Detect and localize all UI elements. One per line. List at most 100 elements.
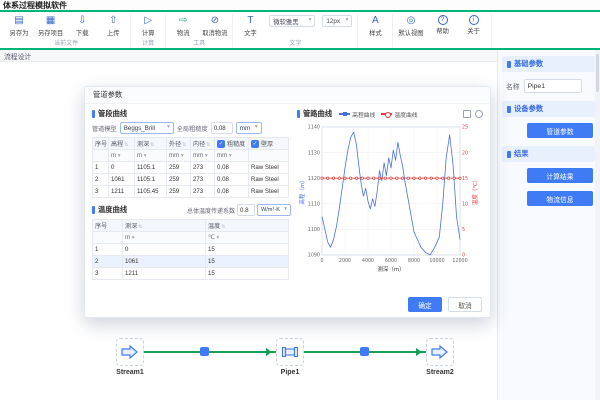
- connector-arrow-icon: [266, 348, 272, 356]
- text-tool-button[interactable]: T 文字: [238, 14, 262, 37]
- svg-text:测深（m）: 测深（m）: [377, 265, 404, 273]
- section-basic-params[interactable]: 基础参数: [502, 56, 595, 72]
- heat-transfer-coef-input[interactable]: [237, 204, 255, 216]
- table-row[interactable]: 1 0 15: [93, 244, 289, 256]
- pipe-model-select[interactable]: Beggs_Brill ▾: [120, 122, 174, 134]
- pipeline-curve-title: 管路曲线: [297, 109, 332, 119]
- global-roughness-input[interactable]: [211, 122, 233, 134]
- svg-text:0: 0: [320, 258, 323, 264]
- legend-temperature[interactable]: 温度曲线: [381, 110, 417, 119]
- table-row[interactable]: 3 1211 15: [93, 268, 289, 280]
- save-project-button[interactable]: ▦ 另存项目: [38, 14, 63, 37]
- table-row[interactable]: 31211 1105.45259 2730.08 Raw Steel: [93, 186, 289, 198]
- download-label: 下载: [76, 28, 89, 37]
- table-row[interactable]: 10 1105.1259 2730.08 Raw Steel: [93, 162, 289, 174]
- save-project-label: 另存项目: [38, 28, 63, 37]
- unit-select[interactable]: mm ▾: [191, 150, 215, 162]
- download-button[interactable]: ⇩ 下载: [70, 14, 94, 37]
- chevron-down-icon: ▾: [181, 153, 184, 159]
- font-size-select[interactable]: 12px ▾: [322, 15, 352, 27]
- table-header-row: 序号 高程⇅ 测深⇅ 外径⇅ 内径⇅ ✓粗糙度 ✓壁厚: [93, 138, 289, 150]
- node-stream1[interactable]: [116, 338, 144, 366]
- ok-button[interactable]: 确定: [408, 297, 442, 312]
- ribbon-group-file-label: 当前文件: [7, 37, 125, 49]
- sort-icon: ⇅: [221, 224, 225, 230]
- stream-info-button[interactable]: 物流信息: [527, 191, 593, 206]
- svg-text:10000: 10000: [429, 258, 444, 264]
- table-row-selected[interactable]: 2 1061 15: [93, 256, 289, 268]
- temperature-section-title: 温度曲线 总体温度传递系数 W/m²·K ▾: [92, 204, 291, 216]
- stream-tool-label: 物流: [177, 28, 190, 37]
- save-as-button[interactable]: ▤ 另存为: [7, 14, 31, 37]
- pipeline-curve-chart: 0200040006000800010000120001090110011101…: [297, 121, 483, 277]
- roughness-unit-select[interactable]: mm ▾: [236, 122, 262, 134]
- style-tool-button[interactable]: A 样式: [363, 14, 387, 37]
- text-tool-label: 文字: [244, 28, 257, 37]
- ribbon-group-view-help: ◎ 默认视图 ? 帮助 i 关于: [393, 14, 491, 48]
- unit-select[interactable]: ℃ ▾: [206, 232, 289, 244]
- ribbon-group-file: ▤ 另存为 ▦ 另存项目 ⇩ 下载 ⇧ 上传 当前文件: [2, 14, 131, 48]
- unit-select[interactable]: mm ▾: [215, 150, 249, 162]
- table-header-row: 序号 测深⇅ 温度⇅: [93, 220, 289, 232]
- svg-text:1140: 1140: [308, 125, 320, 131]
- connector-stream1-pipe1: [144, 351, 276, 353]
- unit-select[interactable]: m ▾: [123, 232, 206, 244]
- chevron-down-icon: ▾: [167, 125, 170, 131]
- ribbon-group-text-label: 文字: [238, 37, 352, 49]
- svg-text:8000: 8000: [408, 258, 420, 264]
- calc-result-button[interactable]: 计算结果: [527, 168, 593, 183]
- chevron-down-icon: ▾: [205, 153, 208, 159]
- chevron-down-icon: ▾: [346, 18, 349, 24]
- section-device-params[interactable]: 设备参数: [502, 101, 595, 117]
- svg-text:6000: 6000: [385, 258, 397, 264]
- table-row[interactable]: 21061 1105.1259 2730.08 Raw Steel: [93, 174, 289, 186]
- titlebar: 体系过程模拟软件: [0, 0, 600, 12]
- upload-button[interactable]: ⇧ 上传: [101, 14, 125, 37]
- table-units-row: m ▾ m ▾ mm ▾ mm ▾ mm ▾: [93, 150, 289, 162]
- default-view-button[interactable]: ◎ 默认视图: [398, 14, 423, 37]
- unit-select[interactable]: m ▾: [135, 150, 167, 162]
- unit-select[interactable]: mm ▾: [167, 150, 191, 162]
- chevron-down-icon: ▾: [255, 125, 258, 131]
- connector-port-2[interactable]: [360, 347, 369, 356]
- sort-icon: ⇅: [206, 142, 210, 148]
- node-stream2[interactable]: [426, 338, 454, 366]
- refresh-chart-icon[interactable]: [475, 110, 483, 118]
- scrollbar-thumb[interactable]: [596, 54, 599, 92]
- chevron-down-icon: ▾: [144, 153, 147, 159]
- run-button[interactable]: ▷ 计算: [136, 14, 160, 37]
- stream-tool-icon: ⇨: [179, 14, 187, 27]
- cancel-button[interactable]: 取消: [448, 297, 482, 312]
- help-button[interactable]: ? 帮助: [431, 14, 455, 35]
- svg-text:10: 10: [462, 202, 468, 208]
- cancel-stream-tool-label: 取消物流: [202, 28, 227, 37]
- unit-select[interactable]: m ▾: [109, 150, 135, 162]
- style-tool-icon: A: [372, 14, 379, 27]
- coef-unit-select[interactable]: W/m²·K ▾: [257, 204, 291, 216]
- dialog-title: 管道参数: [85, 87, 490, 104]
- ribbon-group-style: A 样式: [358, 14, 393, 48]
- stream-tool-button[interactable]: ⇨ 物流: [171, 14, 195, 37]
- font-family-select[interactable]: 微软雅黑 ▾: [269, 15, 315, 27]
- wall-thickness-checkbox[interactable]: ✓: [251, 140, 259, 148]
- cancel-stream-tool-button[interactable]: ⊘ 取消物流: [202, 14, 227, 37]
- export-chart-icon[interactable]: [463, 110, 471, 118]
- section-marker-icon: [92, 206, 95, 214]
- pipe-segment-table: 序号 高程⇅ 测深⇅ 外径⇅ 内径⇅ ✓粗糙度 ✓壁厚 m ▾ m ▾ mm ▾…: [92, 137, 289, 198]
- sidebar-scrollbar[interactable]: [595, 50, 600, 400]
- svg-text:20: 20: [462, 150, 468, 156]
- font-size-value: 12px: [326, 18, 340, 25]
- name-field[interactable]: [524, 79, 582, 93]
- connector-port-1[interactable]: [200, 347, 209, 356]
- tab-process-design[interactable]: 流程设计: [0, 51, 35, 61]
- app-window: 体系过程模拟软件 ▤ 另存为 ▦ 另存项目 ⇩ 下载 ⇧ 上传: [0, 0, 600, 400]
- section-result[interactable]: 结果: [502, 146, 595, 162]
- svg-text:1090: 1090: [308, 253, 320, 259]
- roughness-checkbox[interactable]: ✓: [217, 140, 225, 148]
- node-pipe1[interactable]: [276, 338, 304, 366]
- upload-label: 上传: [107, 28, 120, 37]
- about-button[interactable]: i 关于: [462, 14, 486, 35]
- stream-icon: [120, 342, 140, 362]
- pipe-params-button[interactable]: 管道参数: [527, 123, 593, 138]
- legend-elevation[interactable]: 高程曲线: [339, 110, 375, 119]
